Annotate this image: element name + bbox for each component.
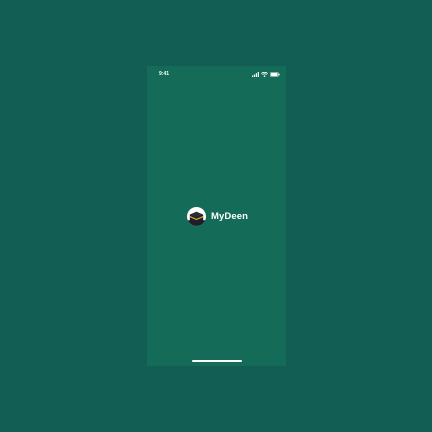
kaaba-logo-icon [187,207,206,226]
signal-icon [252,71,259,77]
canvas: 9:41 MyDeen [0,0,432,432]
wifi-icon [261,71,268,77]
app-name: MyDeen [211,211,249,222]
status-icons [252,71,280,77]
status-time: 9:41 [159,71,170,77]
status-bar: 9:41 [147,66,286,82]
phone-screen: 9:41 MyDeen [147,66,286,366]
home-indicator[interactable] [192,360,242,362]
splash-logo: MyDeen [187,207,248,226]
battery-icon [270,71,280,77]
